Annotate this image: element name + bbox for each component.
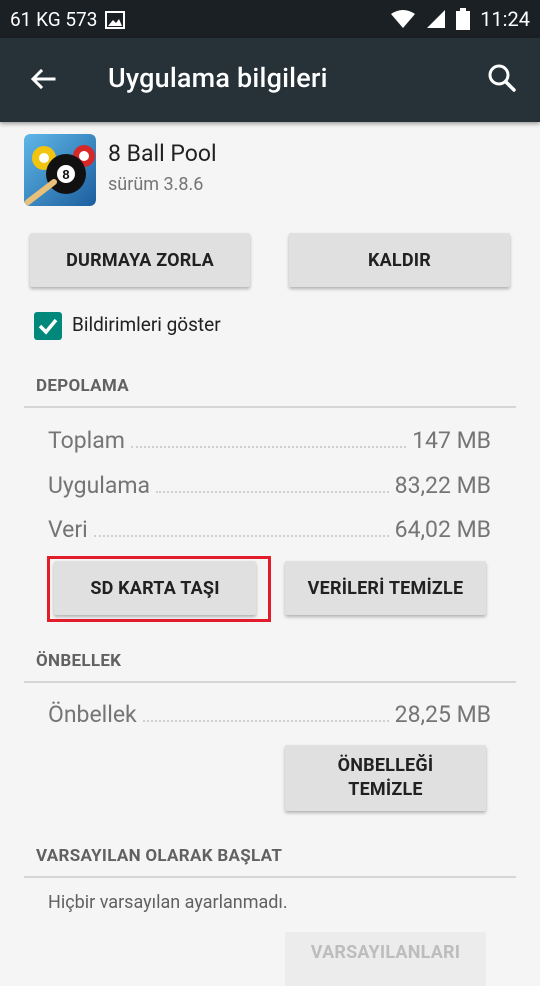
storage-row-app: Uygulama 83,22 MB [48,469,491,499]
page-title: Uygulama bilgileri [108,62,328,94]
signal-icon [427,10,446,28]
notifications-label: Bildirimleri göster [72,313,221,336]
divider [24,406,516,408]
search-icon[interactable] [486,62,518,94]
launch-default-section-header: VARSAYILAN OLARAK BAŞLAT [36,846,283,866]
app-name: 8 Ball Pool [108,140,217,167]
row-value: 28,25 MB [394,701,491,728]
row-label: Toplam [48,427,125,454]
row-label: Uygulama [48,472,151,499]
dotted-leader [130,446,407,448]
divider [24,681,516,683]
app-icon: 8 [24,134,96,206]
cache-section-header: ÖNBELLEK [36,651,122,671]
dotted-leader [156,491,389,493]
divider [24,876,516,878]
app-version: sürüm 3.8.6 [108,174,204,195]
clock: 11:24 [480,7,530,31]
uninstall-button[interactable]: KALDIR [289,233,510,287]
clear-cache-label-line1: ÖNBELLEĞİ [337,755,434,776]
dotted-leader [93,535,389,537]
row-value: 64,02 MB [394,516,491,543]
image-icon [105,10,126,29]
battery-icon [456,8,471,30]
clear-defaults-button[interactable]: VARSAYILANLARI [285,932,486,986]
storage-row-data: Veri 64,02 MB [48,513,491,543]
carrier-text: 61 KG 573 [10,8,98,31]
row-label: Önbellek [48,701,137,728]
clear-data-button[interactable]: VERİLERİ TEMİZLE [285,561,486,615]
status-bar: 61 KG 573 11:24 [0,0,540,38]
clear-cache-label-line2: TEMİZLE [348,779,423,800]
arrow-back-icon[interactable] [26,64,58,96]
clear-cache-button[interactable]: ÖNBELLEĞİ TEMİZLE [285,745,486,811]
highlight-box [47,556,271,622]
storage-row-total: Toplam 147 MB [48,424,491,454]
dotted-leader [142,720,389,722]
storage-section-header: DEPOLAMA [36,376,129,396]
row-label: Veri [48,516,88,543]
cache-row: Önbellek 28,25 MB [48,698,491,728]
notifications-checkbox[interactable] [34,312,62,340]
row-value: 83,22 MB [394,472,491,499]
svg-text:8: 8 [62,167,69,182]
wifi-icon [391,10,416,28]
no-defaults-note: Hiçbir varsayılan ayarlanmadı. [48,892,288,913]
force-stop-button[interactable]: DURMAYA ZORLA [30,233,250,287]
row-value: 147 MB [412,427,491,454]
app-bar: Uygulama bilgileri [0,38,540,122]
